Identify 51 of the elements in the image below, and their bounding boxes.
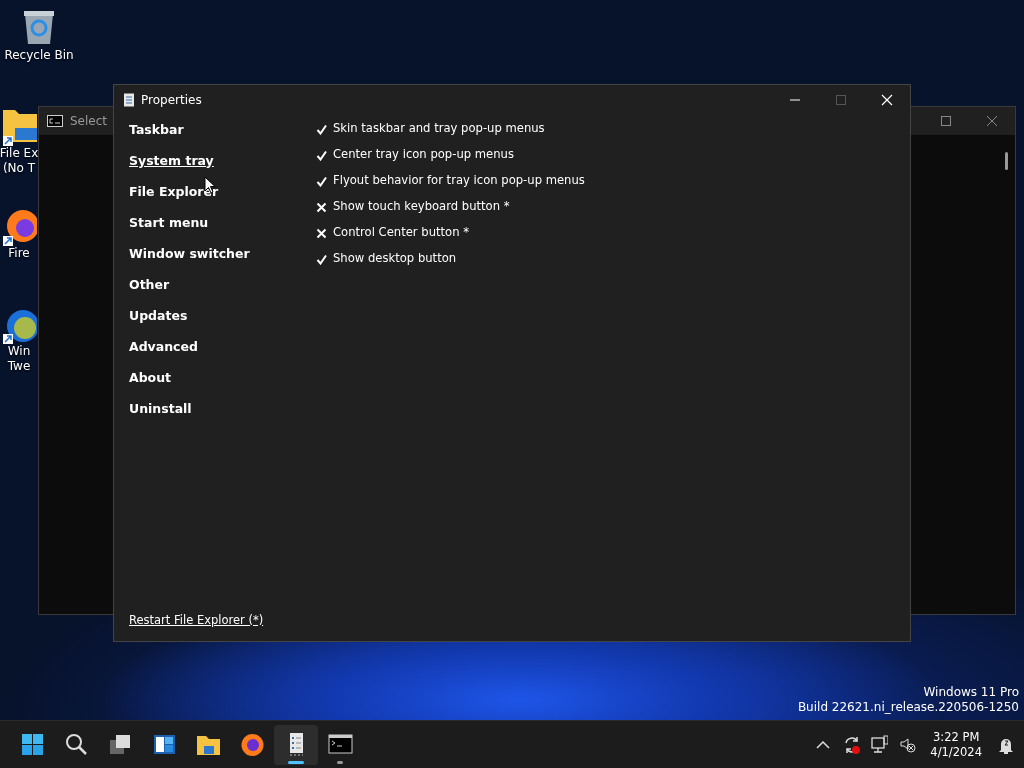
close-icon (986, 115, 998, 127)
search-icon (63, 732, 89, 757)
option-label: Control Center button * (333, 224, 470, 242)
os-build-text: Build 22621.ni_release.220506-1250 (797, 700, 1019, 715)
sidebar-item[interactable]: About (129, 362, 300, 394)
task-view-icon (107, 732, 133, 757)
sidebar-item[interactable]: Updates (129, 300, 300, 332)
close-icon (881, 94, 893, 106)
maximize-icon (941, 116, 951, 126)
desktop-icon-label: Twe (7, 359, 31, 374)
desktop-icon-label: Win (7, 344, 31, 359)
check-icon[interactable] (316, 149, 327, 161)
option-label: Show touch keyboard button * (333, 198, 510, 216)
cross-icon[interactable] (316, 201, 327, 213)
window-title: Select (70, 113, 108, 130)
check-icon[interactable] (316, 253, 327, 265)
sidebar-item[interactable]: Uninstall (129, 393, 300, 425)
scrollbar-thumb[interactable] (1005, 152, 1008, 170)
option-label: Show desktop button (333, 250, 457, 268)
desktop-icon-label: (No T (2, 161, 36, 176)
sync-icon (842, 734, 861, 755)
option-label: Center tray icon pop-up menus (333, 146, 514, 164)
taskbar-app-button[interactable] (274, 724, 318, 765)
option-label: Skin taskbar and tray pop-up menus (333, 120, 545, 138)
restart-explorer-link[interactable]: Restart File Explorer (*) (129, 611, 264, 629)
os-edition-text: Windows 11 Pro (922, 685, 1019, 700)
widgets-icon (151, 732, 177, 757)
sidebar-item[interactable]: Start menu (129, 207, 300, 239)
desktop-icon-label: Recycle Bin (4, 48, 74, 63)
terminal-icon (327, 732, 353, 757)
check-icon[interactable] (316, 175, 327, 187)
desktop-icon-label: File Ex (0, 146, 39, 161)
app-icon (123, 93, 135, 107)
sidebar-item[interactable]: Taskbar (129, 114, 300, 146)
sidebar-item[interactable]: File Explorer (129, 176, 300, 208)
sidebar-item[interactable]: Advanced (129, 331, 300, 363)
desktop-icon-label: Fire (8, 246, 30, 261)
maximize-icon (836, 95, 846, 105)
start-icon (19, 732, 45, 757)
sidebar-item[interactable]: System tray (129, 145, 300, 177)
sidebar-item[interactable]: Window switcher (129, 238, 300, 270)
browser-icon (239, 732, 265, 757)
cross-icon[interactable] (316, 227, 327, 239)
sidebar-item[interactable]: Other (129, 269, 300, 301)
option-label: Flyout behavior for tray icon pop-up menus (333, 172, 585, 190)
console-icon (47, 115, 63, 127)
clock[interactable]: 3:22 PM 4/1/2024 (924, 729, 988, 760)
check-icon[interactable] (316, 123, 327, 135)
window-title: Properties (141, 92, 202, 109)
network-icon (870, 734, 889, 755)
minimize-icon (790, 99, 800, 101)
